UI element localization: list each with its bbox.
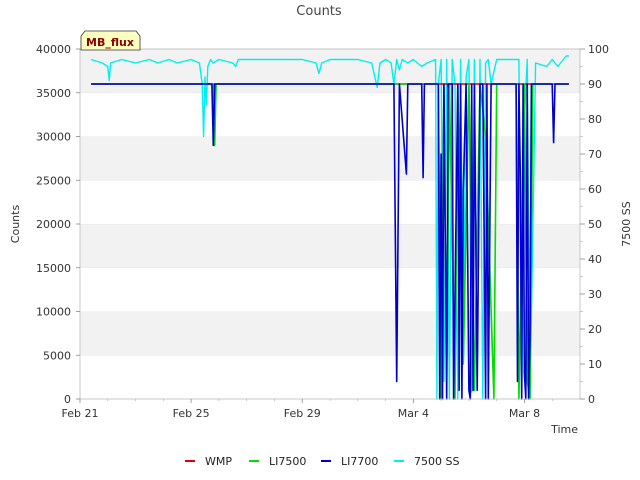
grid-band <box>80 267 580 312</box>
y2-tick-label: 50 <box>588 218 602 231</box>
y2-tick-label: 70 <box>588 148 602 161</box>
x-tick-label: Mar 4 <box>398 407 429 420</box>
x-tick-label: Feb 21 <box>62 407 99 420</box>
grid-band <box>80 311 580 356</box>
x-tick-label: Mar 8 <box>509 407 540 420</box>
y2-tick-label: 40 <box>588 253 602 266</box>
legend: WMP LI7500 LI7700 7500 SS <box>185 455 459 468</box>
grid-bands <box>80 48 580 399</box>
y2-tick-label: 0 <box>588 393 595 406</box>
x-tick-label: Feb 25 <box>173 407 210 420</box>
y2-axis-ticks: 0 10 20 30 40 50 60 70 80 90 100 <box>580 43 609 406</box>
grid-band <box>80 136 580 181</box>
y2-tick-label: 100 <box>588 43 609 56</box>
y2-tick-label: 30 <box>588 288 602 301</box>
legend-label: WMP <box>205 455 232 468</box>
y-tick-label: 20000 <box>36 218 71 231</box>
badge: MB_flux <box>80 30 141 51</box>
grid-band <box>80 92 580 137</box>
y-tick-label: 5000 <box>43 349 71 362</box>
y-tick-label: 35000 <box>36 87 71 100</box>
chart-title: Counts <box>296 4 342 19</box>
y-tick-label: 0 <box>64 393 71 406</box>
y2-tick-label: 10 <box>588 358 602 371</box>
grid-band <box>80 49 580 93</box>
y2-tick-label: 20 <box>588 323 602 336</box>
x-axis-label: Time <box>550 423 578 436</box>
y2-tick-label: 60 <box>588 183 602 196</box>
y2-axis-label: 7500 SS <box>620 201 633 246</box>
y2-tick-label: 80 <box>588 113 602 126</box>
legend-label: 7500 SS <box>414 455 459 468</box>
x-tick-label: Feb 29 <box>284 407 321 420</box>
y-tick-label: 10000 <box>36 306 71 319</box>
grid-band <box>80 224 580 268</box>
y-tick-label: 30000 <box>36 131 71 144</box>
y-axis-label: Counts <box>9 205 22 244</box>
y-tick-label: 15000 <box>36 262 71 275</box>
badge-label: MB_flux <box>86 36 134 49</box>
legend-label: LI7700 <box>341 455 378 468</box>
grid-band <box>80 355 580 399</box>
legend-label: LI7500 <box>269 455 306 468</box>
y-axis-ticks: 0 5000 10000 15000 20000 25000 30000 35000 40000 <box>36 43 80 406</box>
x-axis-ticks: Feb 21 Feb 25 Feb 29 Mar 4 Mar 8 <box>62 399 553 420</box>
y-tick-label: 25000 <box>36 174 71 187</box>
y-tick-label: 40000 <box>36 43 71 56</box>
y2-tick-label: 90 <box>588 78 602 91</box>
chart: Counts 0 5000 10000 15000 20000 25000 30000 350… <box>9 4 633 468</box>
grid-band <box>80 180 580 224</box>
